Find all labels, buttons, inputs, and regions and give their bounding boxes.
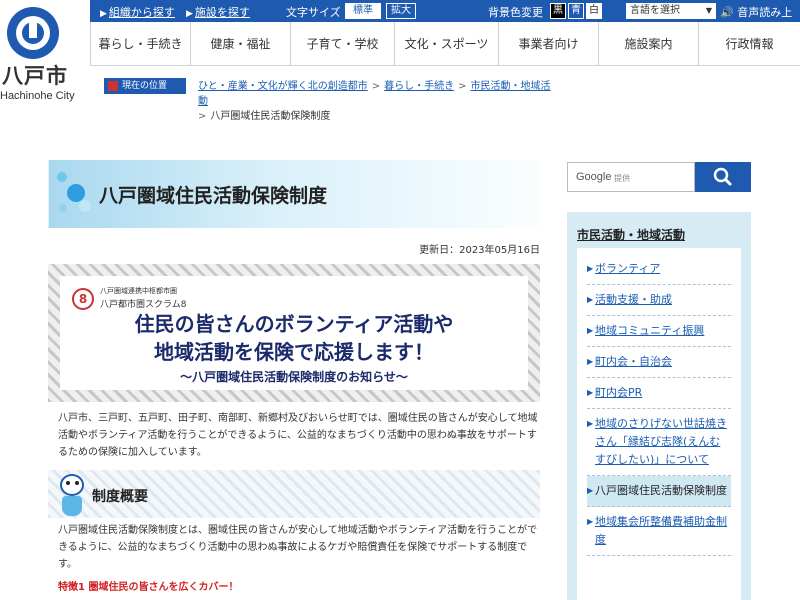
banner-subheading: ～八戸圏域住民活動保険制度のお知らせ～ [180, 370, 408, 384]
sidebar-item-label: 地域コミュニティ振興 [595, 324, 705, 337]
sidebar-item-insurance[interactable]: ▶ 八戸圏域住民活動保険制度 [587, 476, 731, 507]
font-large-button[interactable]: 拡大 [386, 3, 416, 19]
breadcrumb-separator-icon: > [458, 81, 467, 92]
language-select[interactable]: 言語を選択 ▼ [626, 3, 716, 19]
breadcrumb: ひと・産業・文化が輝く北の創造都市 > 暮らし・手続き > 市民活動・地域活動 > 八戸圏… [198, 79, 558, 124]
sidebar-item-label: 地域集会所整備費補助金制度 [595, 515, 727, 546]
bg-black-button[interactable]: 黒 [550, 3, 566, 19]
mascot-body [62, 496, 82, 516]
nav-item-childcare[interactable]: 子育て・学校 [290, 22, 394, 66]
section-heading-band: 制度概要 [48, 470, 540, 518]
breadcrumb-separator-icon: > [371, 81, 381, 92]
org-search-label: 組織から探す [108, 6, 175, 19]
section-description: 八戸圏域住民活動保険制度とは、圏域住民の皆さんが安心して地域活動やボランティア活… [58, 525, 538, 570]
sidebar-item-meeting-hall[interactable]: ▶ 地域集会所整備費補助金制度 [587, 507, 731, 556]
breadcrumb-separator-icon: > [198, 111, 207, 122]
breadcrumb-link-home[interactable]: ひと・産業・文化が輝く北の創造都市 [198, 81, 368, 92]
bg-white-button[interactable]: 白 [586, 3, 602, 19]
page-title-band: 八戸圏域住民活動保険制度 [48, 160, 540, 228]
breadcrumb-badge: 現在の位置 [104, 78, 186, 94]
feature-heading: 特徴1 圏域住民の皆さんを広くカバー！ [58, 582, 239, 593]
page-title: 八戸圏域住民活動保険制度 [99, 185, 328, 207]
mascot-eye [66, 481, 70, 485]
banner-heading-line1: 住民の皆さんのボランティア活動や [134, 312, 454, 336]
font-size-label: 文字サイズ [286, 6, 341, 19]
logo-name-en: Hachinohe City [0, 90, 75, 102]
font-standard-button[interactable]: 標準 [345, 3, 381, 19]
insurance-banner: 8 八戸圏域連携中枢都市圏 八戸都市圏スクラム8 住民の皆さんのボランティア活動… [48, 264, 540, 402]
chevron-down-icon: ▼ [705, 6, 712, 15]
triangle-right-icon: ▶ [587, 326, 594, 335]
nav-item-living[interactable]: 暮らし・手続き [90, 22, 190, 66]
decor-bubble [79, 200, 91, 212]
decor-bubble [57, 172, 67, 182]
nav-item-health[interactable]: 健康・福祉 [190, 22, 290, 66]
intro-text: 八戸市、三戸町、五戸町、田子町、南部町、新郷村及びおいらせ町では、圏域住民の皆さ… [58, 413, 538, 458]
triangle-right-icon: ▶ [587, 357, 594, 366]
sidebar-panel: 市民活動・地域活動 ▶ ボランティア ▶ 活動支援・助成 ▶ 地域コミュニティ振興 ▶… [567, 212, 751, 600]
arrow-right-icon: ▶ [100, 9, 107, 19]
sidebar-item-label: ボランティア [595, 262, 661, 275]
section-title: 制度概要 [92, 489, 148, 505]
nav-item-facilities[interactable]: 施設案内 [598, 22, 698, 66]
org-search-link[interactable]: ▶ 組織から探す [100, 4, 175, 20]
breadcrumb-link-living[interactable]: 暮らし・手続き [384, 81, 454, 92]
search-button[interactable] [695, 162, 751, 192]
scrum8-mark-icon: 8 [72, 288, 94, 310]
city-emblem-icon [7, 7, 59, 59]
triangle-right-icon: ▶ [587, 486, 594, 495]
scrum8-org-small: 八戸圏域連携中枢都市圏 [100, 287, 177, 295]
mascot-head [60, 474, 84, 496]
sidebar-item-volunteer[interactable]: ▶ ボランティア [587, 254, 731, 285]
breadcrumb-badge-label: 現在の位置 [122, 81, 168, 91]
search-brand: Google [576, 171, 612, 183]
language-select-value: 言語を選択 [630, 5, 680, 16]
logo-name-jp: 八戸市 [2, 64, 68, 88]
decor-bubble [59, 204, 67, 212]
sidebar-item-neighborhood-pr[interactable]: ▶ 町内会PR [587, 378, 731, 409]
facility-search-label: 施設を探す [194, 6, 250, 19]
sidebar-item-label: 町内会PR [595, 386, 643, 399]
nav-item-administration[interactable]: 行政情報 [698, 22, 800, 66]
search-icon [713, 167, 732, 186]
sidebar-item-community[interactable]: ▶ 地域コミュニティ振興 [587, 316, 731, 347]
search-provided-label: 提供 [614, 174, 630, 183]
updated-date: 更新日：2023年05月16日 [419, 245, 540, 256]
triangle-right-icon: ▶ [587, 295, 594, 304]
scrum8-org-name: 八戸都市圏スクラム8 [100, 300, 187, 310]
location-flag-icon [108, 81, 118, 91]
sidebar-item-label: 町内会・自治会 [595, 355, 672, 368]
banner-heading: 住民の皆さんのボランティア活動や 地域活動を保険で応援します！ [60, 310, 528, 366]
mascot-eye [75, 481, 79, 485]
sidebar-item-enmusubi[interactable]: ▶ 地域のさりげない世話焼きさん「縁結び志隊(えんむすびしたい)」について [587, 409, 731, 476]
bg-blue-button[interactable]: 青 [568, 3, 584, 19]
nav-item-culture[interactable]: 文化・スポーツ [394, 22, 498, 66]
banner-heading-line2: 地域活動を保険で応援します！ [154, 340, 434, 364]
sidebar-item-support[interactable]: ▶ 活動支援・助成 [587, 285, 731, 316]
facility-search-link[interactable]: ▶ 施設を探す [186, 4, 250, 20]
site-logo[interactable]: 八戸市 Hachinohe City [0, 0, 100, 120]
search-input[interactable]: Google 提供 [567, 162, 695, 192]
sidebar-item-label: 八戸圏域住民活動保険制度 [595, 484, 727, 497]
utility-bar: ▶ 組織から探す ▶ 施設を探す 文字サイズ 標準 拡大 背景色変更 黒 青 白 言… [90, 0, 800, 35]
global-nav: 暮らし・手続き 健康・福祉 子育て・学校 文化・スポーツ 事業者向け 施設案内 … [90, 22, 800, 66]
triangle-right-icon: ▶ [587, 517, 594, 526]
bg-color-label: 背景色変更 [488, 6, 543, 19]
breadcrumb-current: 八戸圏域住民活動保険制度 [210, 111, 331, 122]
nav-item-business[interactable]: 事業者向け [498, 22, 598, 66]
mascot-icon [54, 472, 90, 518]
sidebar-item-label: 活動支援・助成 [595, 293, 672, 306]
triangle-right-icon: ▶ [587, 419, 594, 428]
sidebar-heading[interactable]: 市民活動・地域活動 [577, 226, 685, 243]
banner-panel: 8 八戸圏域連携中枢都市圏 八戸都市圏スクラム8 住民の皆さんのボランティア活動… [60, 276, 528, 390]
sidebar-item-neighborhood[interactable]: ▶ 町内会・自治会 [587, 347, 731, 378]
arrow-right-icon: ▶ [186, 9, 193, 19]
speaker-icon: 🔊 [720, 6, 734, 19]
triangle-right-icon: ▶ [587, 264, 594, 273]
sidebar-list: ▶ ボランティア ▶ 活動支援・助成 ▶ 地域コミュニティ振興 ▶ 町内会・自治会 ▶ 町… [577, 248, 741, 600]
triangle-right-icon: ▶ [587, 388, 594, 397]
sidebar-item-label: 地域のさりげない世話焼きさん「縁結び志隊(えんむすびしたい)」について [595, 417, 727, 466]
